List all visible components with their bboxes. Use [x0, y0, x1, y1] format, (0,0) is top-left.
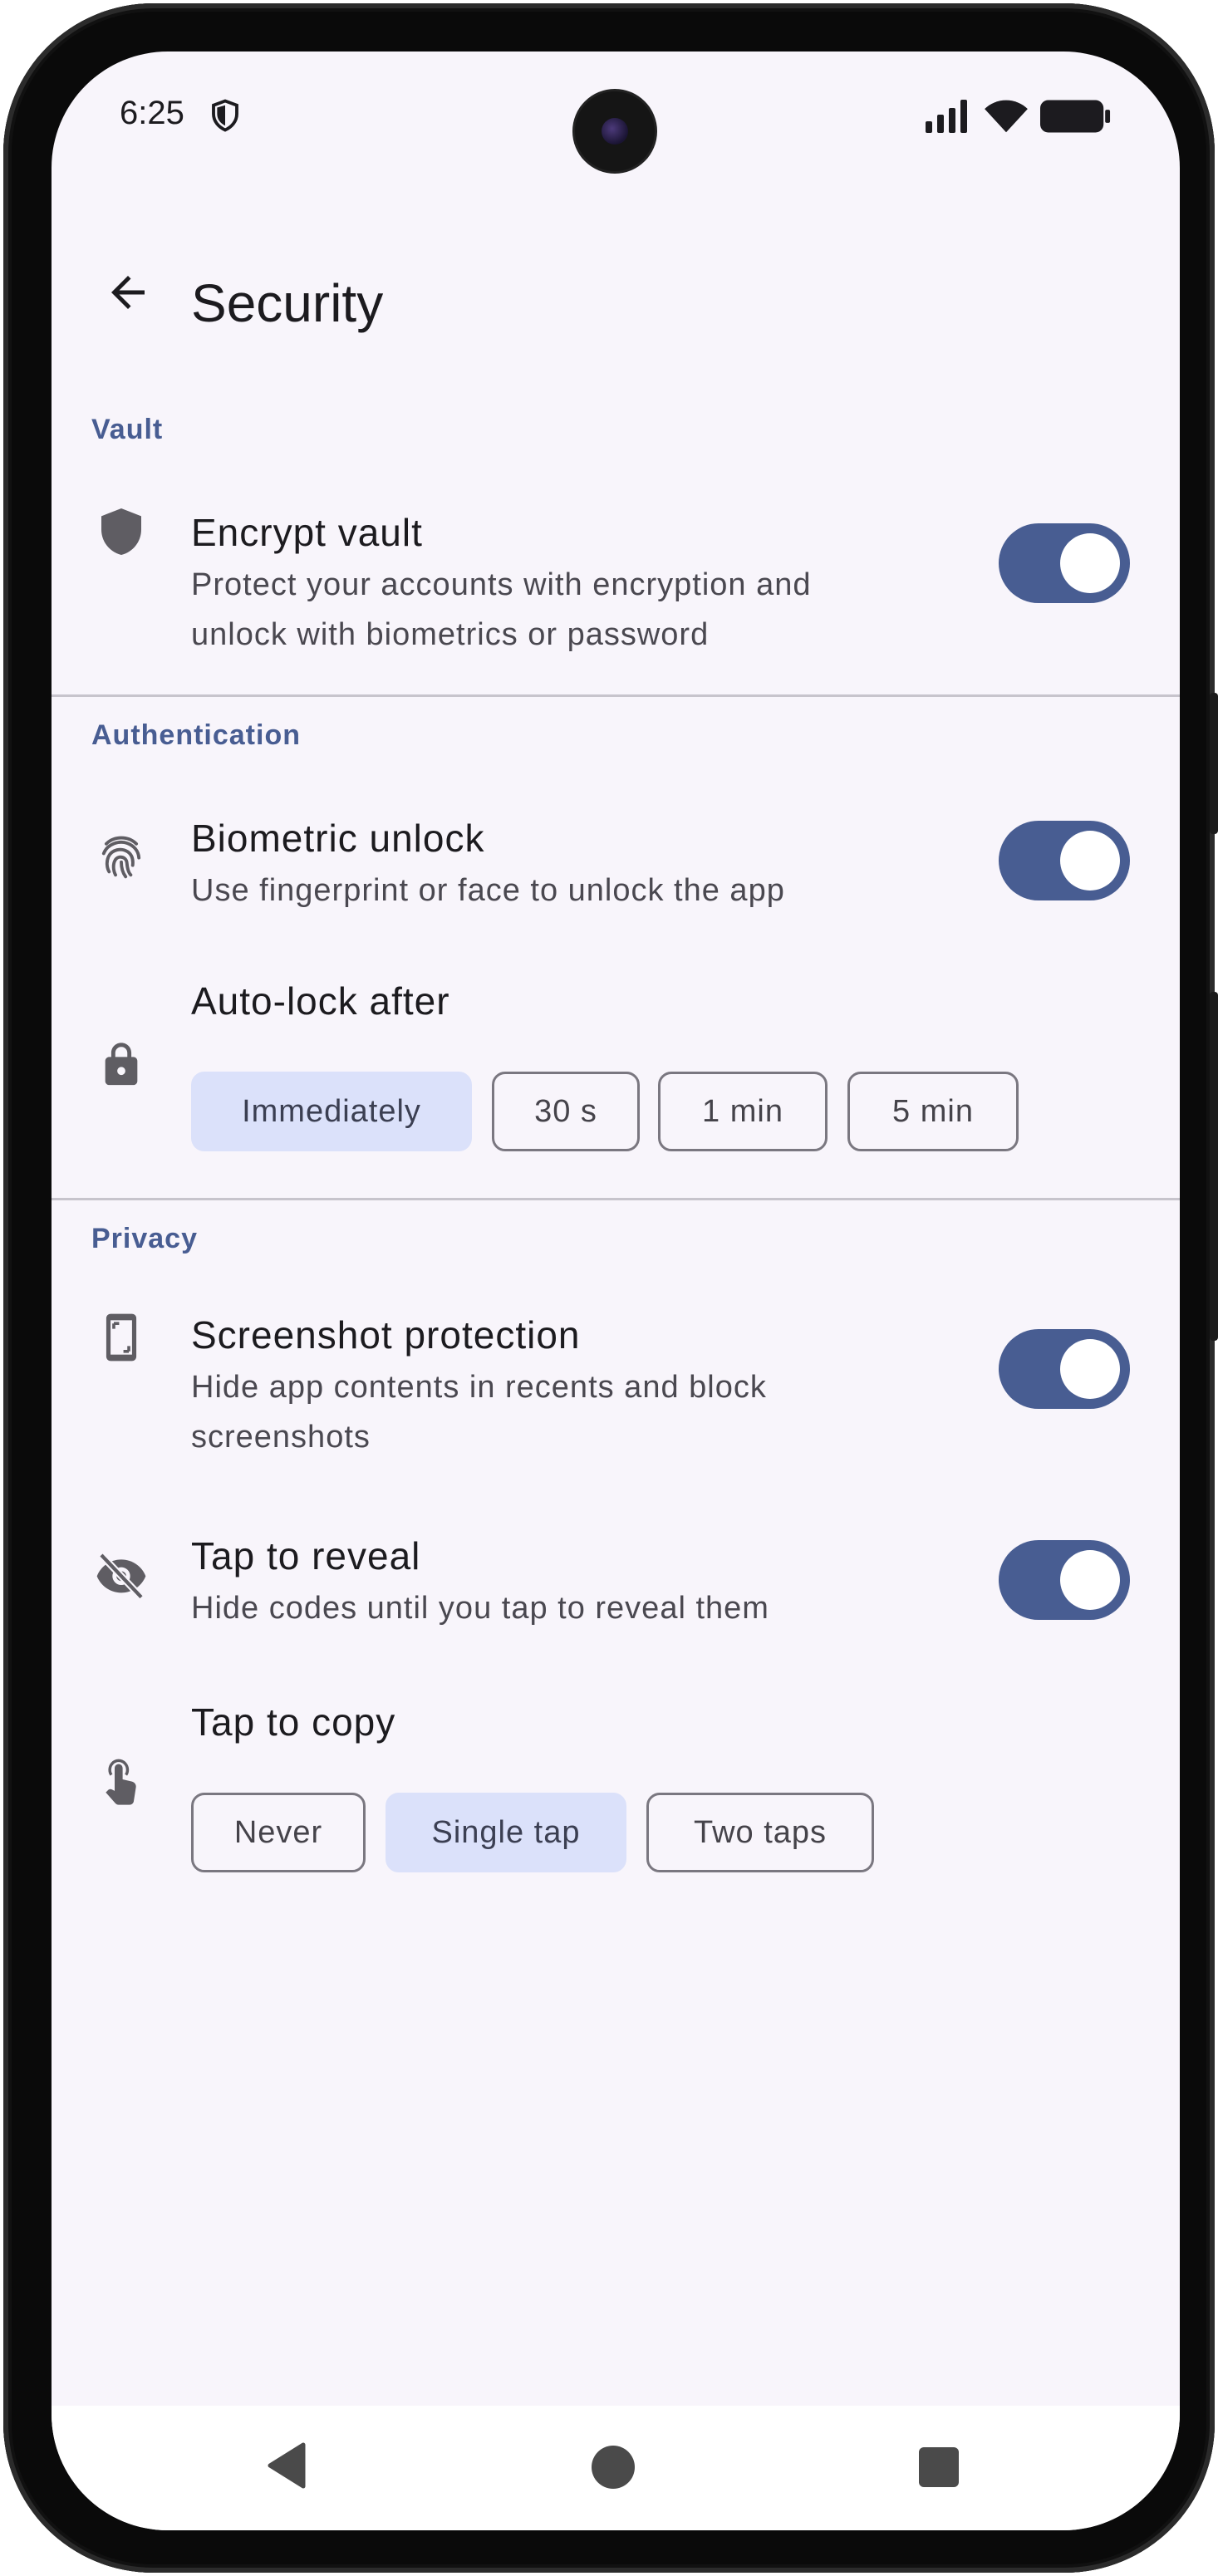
volume-button [1210, 693, 1218, 834]
arrow-back-icon [111, 276, 145, 309]
status-time: 6:25 [120, 95, 184, 131]
fingerprint-icon [95, 829, 148, 882]
auto-lock-chip-30s[interactable]: 30 s [492, 1072, 640, 1151]
tap-to-copy-chip-two-taps[interactable]: Two taps [646, 1793, 874, 1872]
section-header-privacy: Privacy [91, 1223, 198, 1254]
tap-to-reveal-switch[interactable] [999, 1540, 1130, 1620]
power-button [1210, 992, 1218, 1341]
phone-frame: 6:25 Security Vault Encrypt vault Protec… [3, 3, 1218, 2573]
screenshot-protection-subtitle-line1: Hide app contents in recents and block [191, 1370, 767, 1405]
tap-to-reveal-row[interactable]: Tap to reveal Hide codes until you tap t… [52, 1514, 1180, 1646]
eye-off-icon [95, 1548, 148, 1602]
tap-to-copy-chip-single-tap[interactable]: Single tap [386, 1793, 626, 1872]
encrypt-vault-subtitle-line1: Protect your accounts with encryption an… [191, 567, 812, 602]
auto-lock-row: Auto-lock after Immediately 30 s 1 min 5… [52, 957, 1180, 1173]
encrypt-vault-title: Encrypt vault [191, 511, 423, 554]
encrypt-vault-row[interactable]: Encrypt vault Protect your accounts with… [52, 483, 1180, 666]
tap-to-reveal-title: Tap to reveal [191, 1534, 421, 1577]
section-header-authentication: Authentication [91, 719, 301, 751]
lock-icon [95, 1038, 148, 1092]
screenshot-protection-row[interactable]: Screenshot protection Hide app contents … [52, 1289, 1180, 1472]
auto-lock-chip-immediately[interactable]: Immediately [191, 1072, 472, 1151]
auto-lock-title: Auto-lock after [191, 979, 450, 1023]
screenshot-protection-title: Screenshot protection [191, 1313, 581, 1357]
screenshot-protection-subtitle-line2: screenshots [191, 1420, 371, 1455]
auto-lock-chip-1min[interactable]: 1 min [658, 1072, 828, 1151]
divider [52, 694, 1180, 697]
tap-to-copy-chip-never[interactable]: Never [191, 1793, 366, 1872]
nav-back-icon[interactable] [266, 2442, 307, 2489]
shield-icon [95, 505, 148, 558]
biometric-unlock-row[interactable]: Biometric unlock Use fingerprint or face… [52, 791, 1180, 924]
touch-icon [95, 1756, 148, 1809]
biometric-unlock-switch[interactable] [999, 821, 1130, 900]
system-navigation-bar [52, 2406, 1180, 2530]
signal-icon [926, 100, 967, 133]
back-button[interactable] [95, 259, 161, 326]
front-camera [575, 91, 655, 171]
wifi-icon [985, 100, 1028, 133]
shield-status-icon [212, 99, 238, 132]
screen: 6:25 Security Vault Encrypt vault Protec… [52, 52, 1180, 2530]
tap-to-reveal-subtitle: Hide codes until you tap to reveal them [191, 1591, 769, 1626]
auto-lock-chip-5min[interactable]: 5 min [847, 1072, 1019, 1151]
biometric-unlock-subtitle: Use fingerprint or face to unlock the ap… [191, 873, 785, 908]
encrypt-vault-subtitle-line2: unlock with biometrics or password [191, 617, 710, 652]
top-app-bar: Security [52, 234, 1180, 351]
page-title: Security [191, 273, 384, 333]
status-bar: 6:25 [52, 52, 1180, 184]
encrypt-vault-switch[interactable] [999, 523, 1130, 603]
nav-home-icon[interactable] [592, 2446, 635, 2489]
battery-icon [1040, 100, 1111, 133]
divider [52, 1198, 1180, 1200]
tap-to-copy-title: Tap to copy [191, 1700, 396, 1744]
screenshot-protection-switch[interactable] [999, 1329, 1130, 1409]
nav-recents-icon[interactable] [919, 2447, 959, 2487]
section-header-vault: Vault [91, 414, 164, 445]
biometric-unlock-title: Biometric unlock [191, 817, 485, 860]
screenshot-frame-icon [95, 1311, 148, 1364]
tap-to-copy-row: Tap to copy Never Single tap Two taps [52, 1678, 1180, 1894]
